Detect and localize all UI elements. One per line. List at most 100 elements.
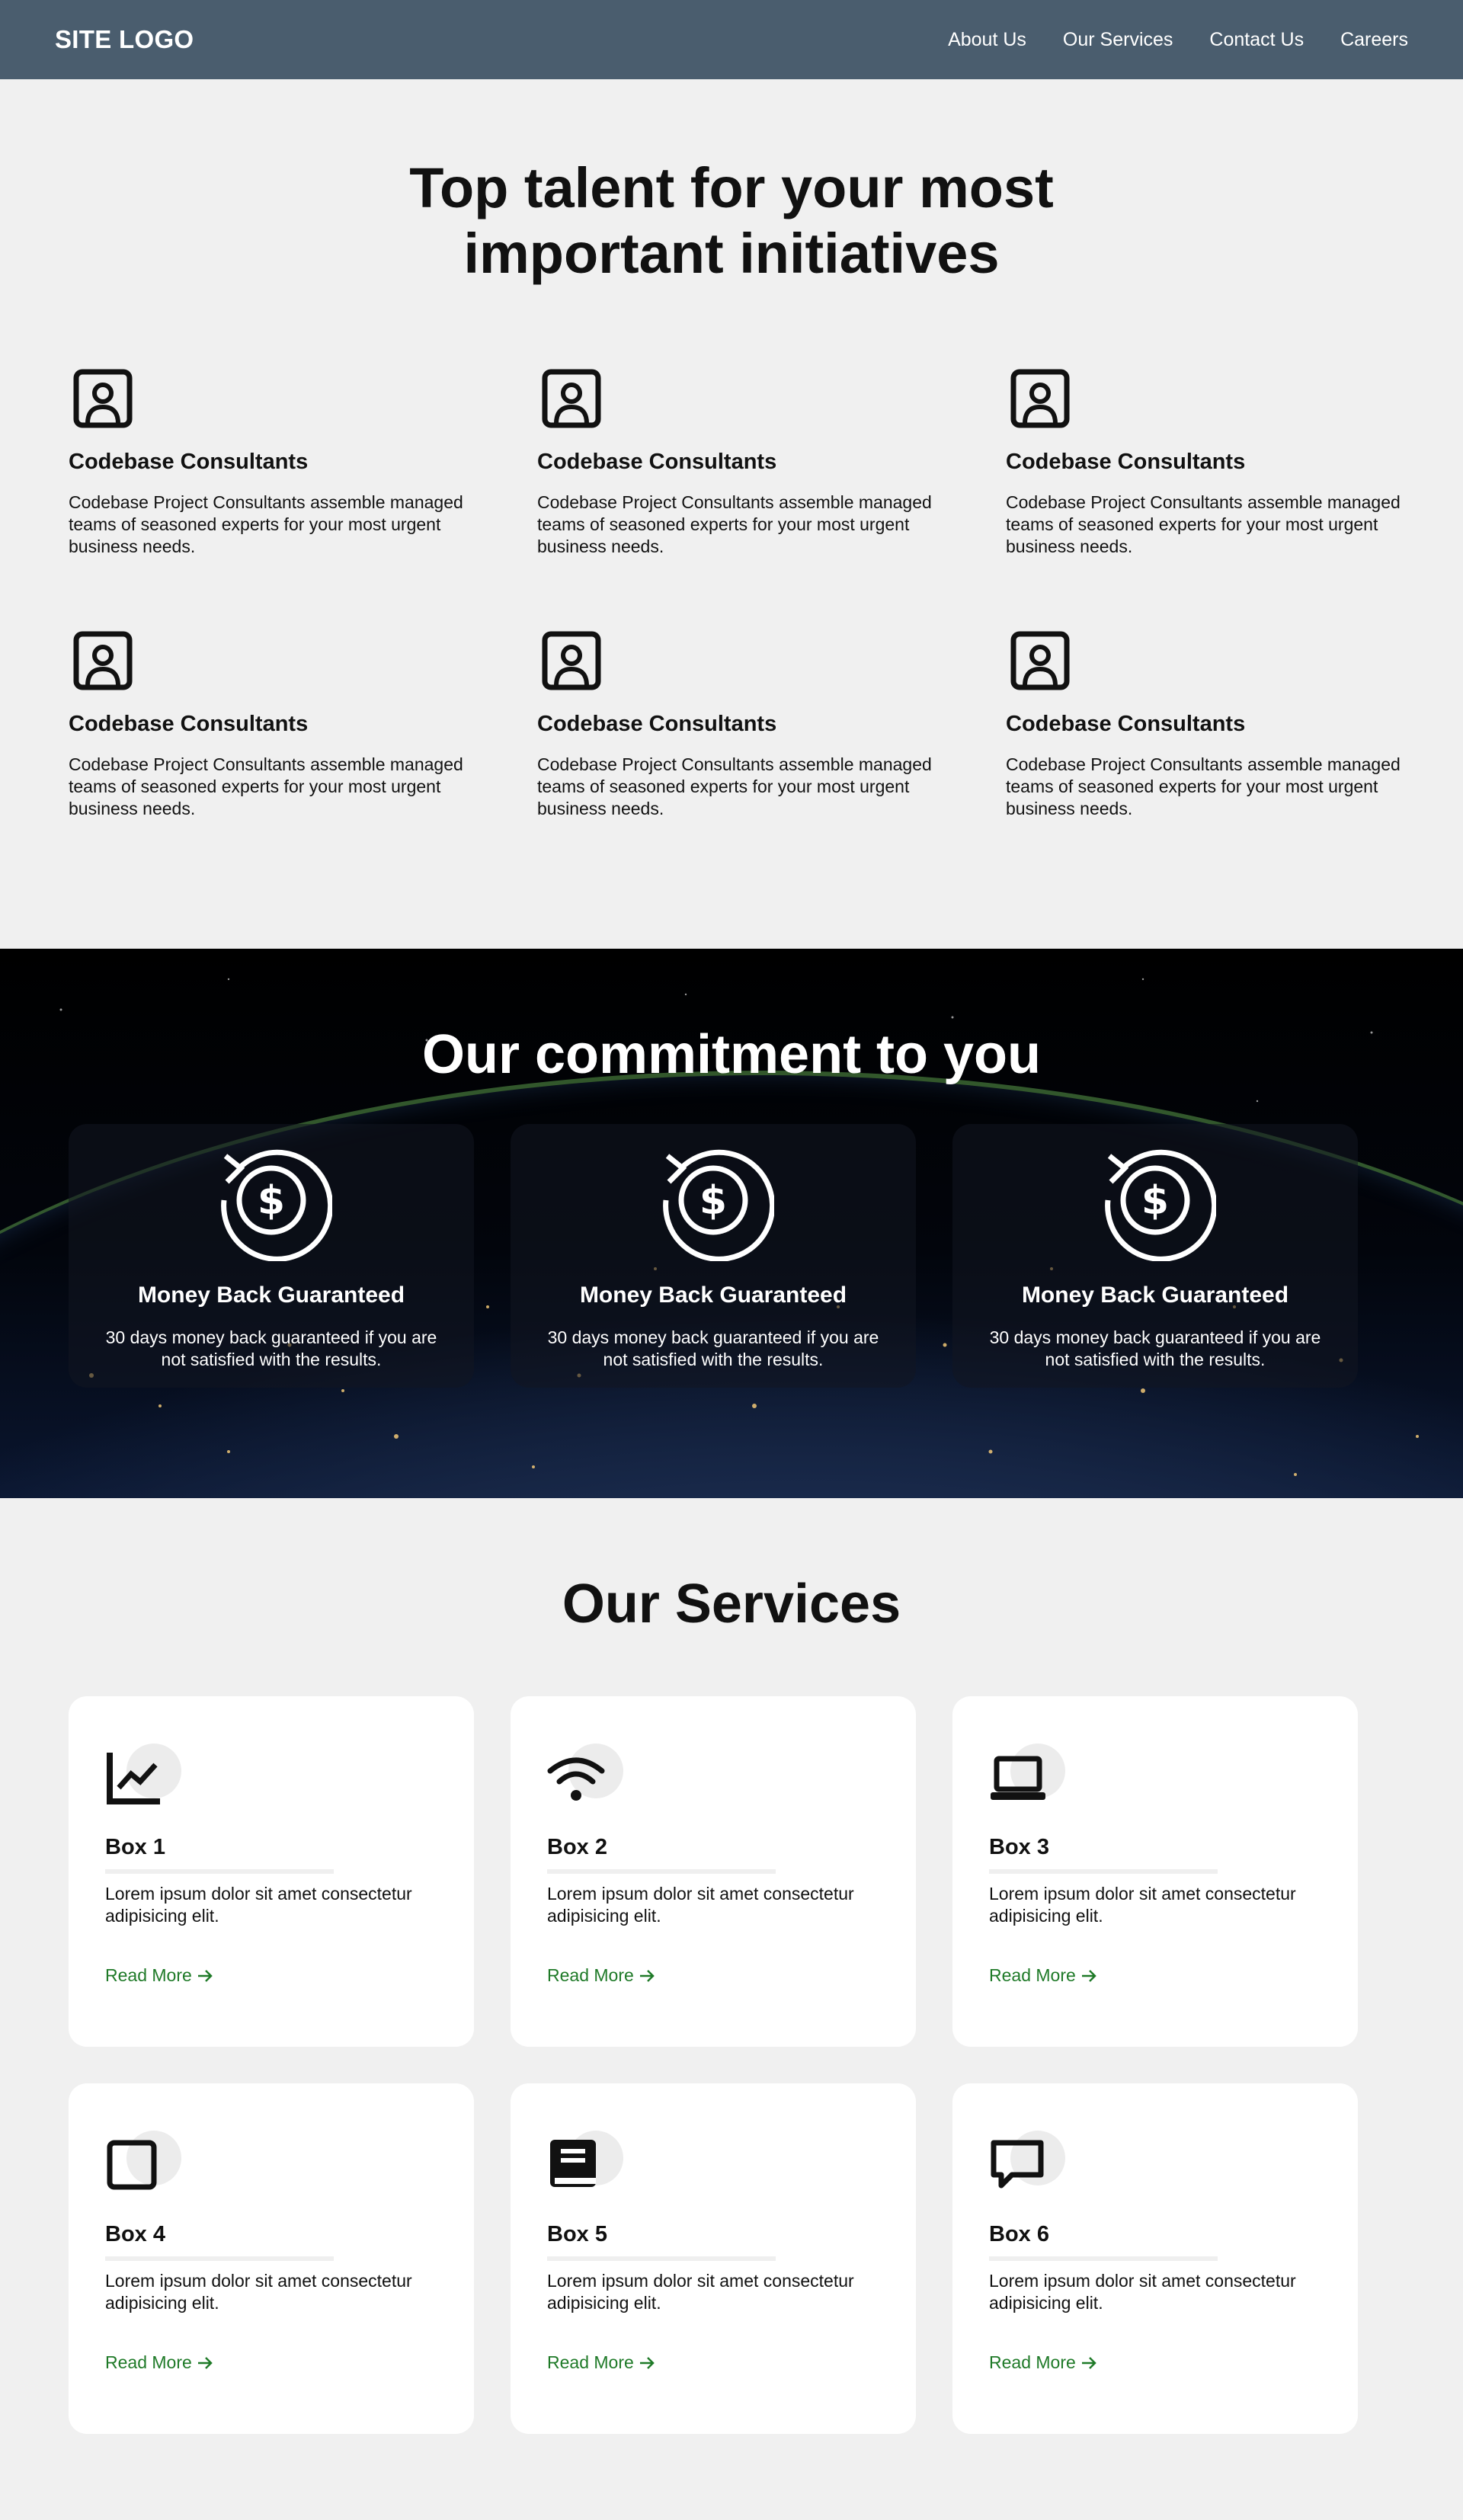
title-underline [547,1869,776,1874]
wifi-icon [547,1757,605,1801]
money-back-icon: $ [663,1149,774,1261]
commitment-card-title: Money Back Guaranteed [137,1282,405,1308]
service-icon-wrap [105,1744,181,1804]
talent-item-text: Codebase Project Consultants assemble ma… [1006,492,1401,556]
talent-grid: Codebase Consultants Codebase Project Co… [69,364,1401,820]
talent-item-title: Codebase Consultants [1006,712,1246,736]
main-nav: About Us Our Services Contact Us Careers [948,29,1408,51]
read-more-link[interactable]: Read More [105,2352,213,2373]
arrow-right-icon [1081,1969,1096,1982]
book-icon [550,2140,596,2187]
talent-item: Codebase Consultants Codebase Project Co… [1006,626,1402,820]
message-icon [991,2140,1044,2189]
square-icon [107,2140,157,2190]
read-more-label: Read More [105,1965,192,1985]
money-back-icon: $ [221,1149,332,1261]
talent-item-title: Codebase Consultants [537,450,777,474]
talent-item-text: Codebase Project Consultants assemble ma… [537,492,932,556]
commitment-card-text: 30 days money back guaranteed if you are… [989,1327,1321,1369]
nav-careers[interactable]: Careers [1340,29,1408,51]
service-card: Box 3 Lorem ipsum dolor sit amet consect… [952,1696,1358,2047]
service-card: Box 5 Lorem ipsum dolor sit amet consect… [511,2083,916,2434]
title-underline [989,2256,1218,2261]
talent-item-title: Codebase Consultants [537,712,777,736]
site-header: SITE LOGO About Us Our Services Contact … [0,0,1463,79]
svg-text:$: $ [258,1178,285,1224]
site-logo[interactable]: SITE LOGO [55,25,194,54]
commitment-card-title: Money Back Guaranteed [1021,1282,1289,1308]
service-card-title: Box 2 [547,1835,607,1859]
user-square-icon [1010,369,1070,428]
talent-item: Codebase Consultants Codebase Project Co… [537,626,933,820]
commitment-card-title: Money Back Guaranteed [579,1282,847,1308]
commitment-grid: $ Money Back Guaranteed 30 days money ba… [69,1124,1394,1388]
service-card-text: Lorem ipsum dolor sit amet consectetur a… [105,1884,412,1926]
service-card: Box 1 Lorem ipsum dolor sit amet consect… [69,1696,474,2047]
read-more-label: Read More [989,2352,1076,2372]
service-card: Box 2 Lorem ipsum dolor sit amet consect… [511,1696,916,2047]
read-more-link[interactable]: Read More [989,1965,1097,1986]
service-icon-wrap [105,2131,181,2192]
commitment-card-text: 30 days money back guaranteed if you are… [105,1327,437,1369]
commitment-card-text: 30 days money back guaranteed if you are… [547,1327,879,1369]
service-card-title: Box 6 [989,2222,1049,2246]
commitment-card: $ Money Back Guaranteed 30 days money ba… [69,1124,474,1388]
money-back-icon: $ [1105,1149,1216,1261]
user-square-icon [1010,631,1070,690]
read-more-label: Read More [105,2352,192,2372]
service-card-title: Box 3 [989,1835,1049,1859]
nav-contact-us[interactable]: Contact Us [1209,29,1304,51]
service-card-text: Lorem ipsum dolor sit amet consectetur a… [105,2271,412,2313]
read-more-label: Read More [547,2352,634,2372]
read-more-link[interactable]: Read More [547,1965,655,1986]
talent-item: Codebase Consultants Codebase Project Co… [69,364,465,558]
arrow-right-icon [639,1969,655,1982]
service-card-text: Lorem ipsum dolor sit amet consectetur a… [989,1884,1296,1926]
title-underline [105,1869,334,1874]
read-more-link[interactable]: Read More [105,1965,213,1986]
read-more-link[interactable]: Read More [989,2352,1097,2373]
read-more-link[interactable]: Read More [547,2352,655,2373]
user-square-icon [542,369,601,428]
talent-item: Codebase Consultants Codebase Project Co… [1006,364,1402,558]
arrow-right-icon [197,1969,213,1982]
arrow-right-icon [197,2356,213,2369]
talent-item-text: Codebase Project Consultants assemble ma… [69,754,463,818]
nav-our-services[interactable]: Our Services [1063,29,1173,51]
commitment-card: $ Money Back Guaranteed 30 days money ba… [511,1124,916,1388]
service-card-text: Lorem ipsum dolor sit amet consectetur a… [989,2271,1296,2313]
user-square-icon [73,369,133,428]
svg-text:$: $ [1141,1178,1169,1224]
chart-line-icon [107,1753,160,1804]
commitment-card: $ Money Back Guaranteed 30 days money ba… [952,1124,1358,1388]
service-icon-wrap [547,2131,623,2192]
user-square-icon [542,631,601,690]
service-card-title: Box 4 [105,2222,165,2246]
commitment-title: Our commitment to you [421,1024,1042,1085]
services-title: Our Services [562,1574,901,1635]
service-card: Box 4 Lorem ipsum dolor sit amet consect… [69,2083,474,2434]
service-icon-wrap [989,2131,1065,2192]
talent-title: Top talent for your most important initi… [409,156,1054,285]
talent-section: Top talent for your most important initi… [0,79,1463,949]
talent-item: Codebase Consultants Codebase Project Co… [537,364,933,558]
title-underline [105,2256,334,2261]
talent-item-text: Codebase Project Consultants assemble ma… [1006,754,1401,818]
arrow-right-icon [1081,2356,1096,2369]
svg-text:$: $ [699,1178,727,1224]
talent-item-title: Codebase Consultants [1006,450,1246,474]
service-icon-wrap [547,1744,623,1804]
arrow-right-icon [639,2356,655,2369]
service-card-title: Box 5 [547,2222,607,2246]
service-card-text: Lorem ipsum dolor sit amet consectetur a… [547,1884,854,1926]
talent-item-title: Codebase Consultants [69,712,309,736]
talent-item-text: Codebase Project Consultants assemble ma… [537,754,932,818]
read-more-label: Read More [547,1965,634,1985]
service-icon-wrap [989,1744,1065,1804]
title-underline [547,2256,776,2261]
services-grid: Box 1 Lorem ipsum dolor sit amet consect… [69,1696,1394,2434]
commitment-section: Our commitment to you $ Money Back Guara… [0,949,1463,1498]
nav-about-us[interactable]: About Us [948,29,1026,51]
service-card-title: Box 1 [105,1835,165,1859]
service-card-text: Lorem ipsum dolor sit amet consectetur a… [547,2271,854,2313]
